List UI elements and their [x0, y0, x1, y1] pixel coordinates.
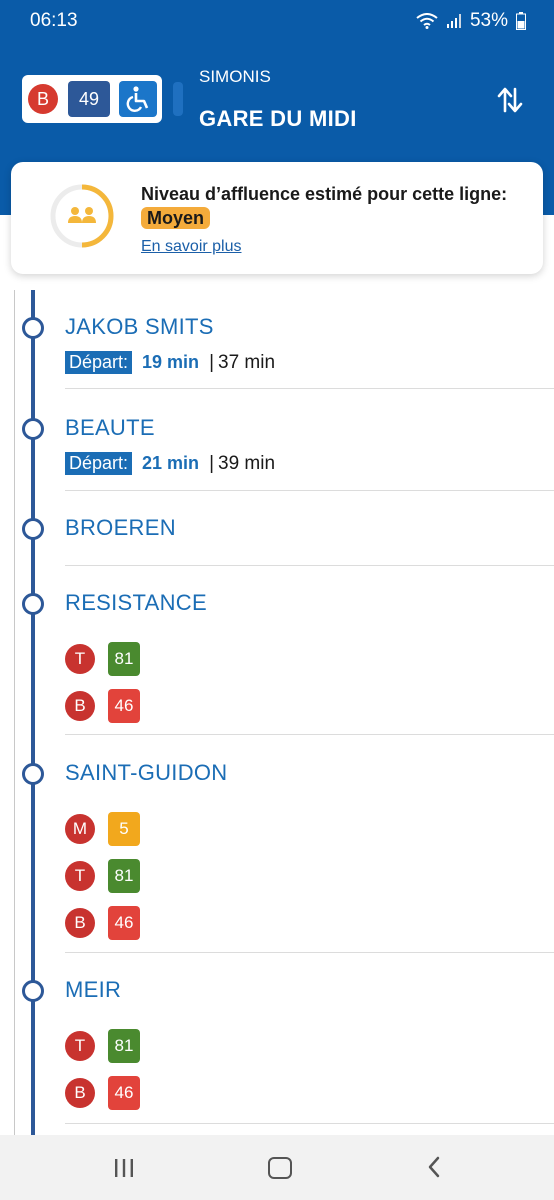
system-nav-bar — [0, 1135, 554, 1200]
mode-badge: M — [65, 814, 95, 844]
mode-badge: T — [65, 1031, 95, 1061]
stop-divider — [65, 388, 554, 389]
stop-name: BEAUTE — [65, 415, 155, 440]
stop-name: RESISTANCE — [65, 590, 207, 615]
stop-name: BROEREN — [65, 515, 176, 540]
line-badge: 46 — [108, 906, 140, 940]
status-indicators: 53% — [416, 10, 526, 32]
line-badge: 81 — [108, 859, 140, 893]
stop-divider — [65, 734, 554, 735]
mode-badge: B — [65, 908, 95, 938]
stop-name: JAKOB SMITS — [65, 314, 214, 339]
mode-badge: B — [65, 691, 95, 721]
wifi-icon — [416, 13, 438, 29]
following-departure: 37 min — [218, 351, 276, 373]
line-badge: 46 — [108, 1076, 140, 1110]
mode-badge: T — [65, 861, 95, 891]
stop-marker — [22, 980, 44, 1002]
crowd-level-text: Niveau d’affluence estimé pour cette lig… — [141, 182, 511, 230]
people-icon — [68, 207, 96, 223]
crowd-level-card: Niveau d’affluence estimé pour cette lig… — [11, 162, 543, 274]
route-guide-line — [14, 290, 15, 1135]
origin-stop: SIMONIS — [199, 67, 271, 86]
stop-name: SAINT-GUIDON — [65, 760, 228, 785]
status-time: 06:13 — [30, 10, 78, 31]
following-departure: 39 min — [218, 452, 276, 474]
next-departure: 19 min — [142, 352, 200, 372]
departure-separator: | — [209, 351, 214, 373]
crowd-level-badge: Moyen — [141, 207, 211, 229]
line-number: 49 — [68, 81, 110, 117]
signal-icon — [446, 14, 461, 28]
stop-marker — [22, 593, 44, 615]
departure-label: Départ: — [65, 452, 133, 475]
departure-times: Départ: 21 min | 39 min — [65, 452, 275, 475]
battery-percent: 53% — [469, 10, 508, 31]
header-divider — [173, 82, 183, 116]
mode-bus-badge: B — [28, 84, 58, 114]
recent-apps-icon[interactable] — [113, 1158, 135, 1178]
battery-icon — [516, 12, 526, 30]
back-icon[interactable] — [426, 1155, 442, 1179]
departure-times: Départ: 19 min | 37 min — [65, 351, 275, 374]
stop-marker — [22, 418, 44, 440]
line-badge: 5 — [108, 812, 140, 846]
status-bar: 06:13 53% — [0, 0, 554, 44]
stop-divider — [65, 952, 554, 953]
route-line — [31, 290, 35, 1135]
stop-list[interactable]: JAKOB SMITS Départ: 19 min | 37 min BEAU… — [0, 290, 554, 1135]
stop-divider — [65, 565, 554, 566]
stop-divider — [65, 1123, 554, 1124]
stop-marker — [22, 317, 44, 339]
line-badge: B 49 — [22, 75, 162, 123]
swap-direction-icon[interactable] — [494, 84, 526, 116]
crowd-title: Niveau d’affluence estimé pour cette lig… — [141, 184, 508, 204]
home-icon[interactable] — [268, 1157, 292, 1179]
line-badge: 81 — [108, 1029, 140, 1063]
crowd-gauge — [50, 184, 114, 248]
destination-stop: GARE DU MIDI — [199, 106, 357, 131]
wheelchair-icon — [119, 81, 157, 117]
learn-more-link[interactable]: En savoir plus — [141, 238, 242, 256]
departure-separator: | — [209, 452, 214, 474]
stop-name: MEIR — [65, 977, 122, 1002]
departure-label: Départ: — [65, 351, 133, 374]
line-badge: 81 — [108, 642, 140, 676]
mode-badge: T — [65, 644, 95, 674]
stop-divider — [65, 490, 554, 491]
stop-marker — [22, 518, 44, 540]
mode-badge: B — [65, 1078, 95, 1108]
stop-marker — [22, 763, 44, 785]
next-departure: 21 min — [142, 453, 200, 473]
line-badge: 46 — [108, 689, 140, 723]
